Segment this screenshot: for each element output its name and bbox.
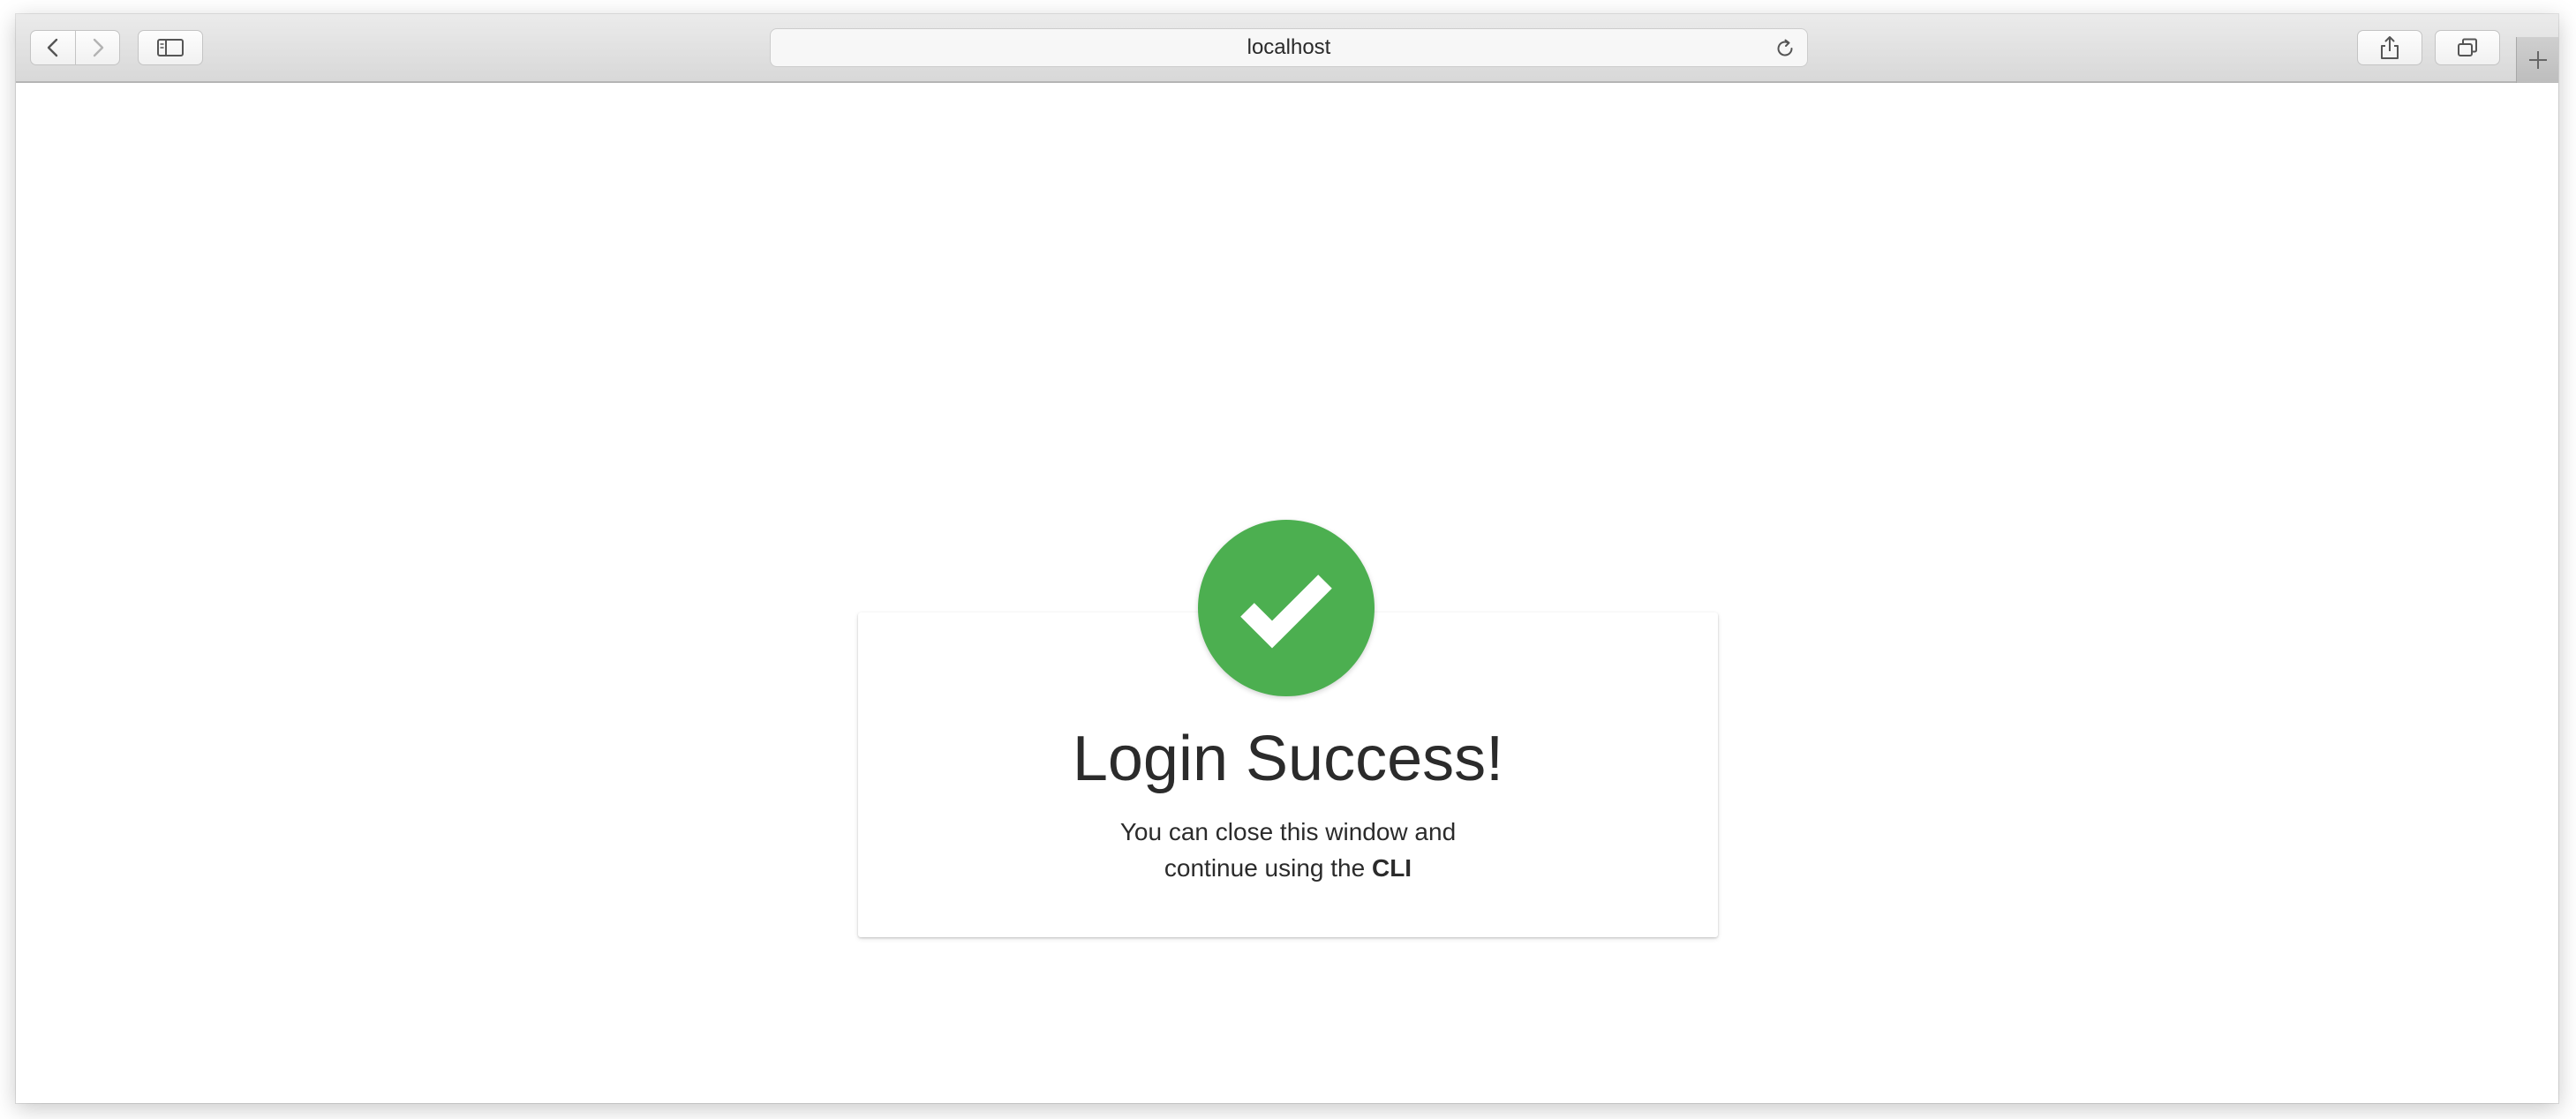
forward-button[interactable] <box>76 30 120 65</box>
chevron-left-icon <box>47 38 58 57</box>
sidebar-toggle-button[interactable] <box>138 30 203 65</box>
checkmark-icon <box>1240 575 1332 649</box>
address-bar[interactable]: localhost <box>770 28 1808 67</box>
browser-window: localhost Login Success! You can close t… <box>16 14 2558 1103</box>
success-message: You can close this window and continue u… <box>858 814 1718 886</box>
share-icon <box>2381 36 2399 59</box>
plus-icon <box>2528 51 2547 69</box>
new-tab-button[interactable] <box>2516 37 2558 83</box>
message-line-2: continue using the <box>1164 854 1372 882</box>
address-text: localhost <box>1247 35 1331 59</box>
sidebar-icon <box>157 39 184 56</box>
page-title: Login Success! <box>1072 724 1504 794</box>
reload-icon[interactable] <box>1774 37 1796 60</box>
message-line-1: You can close this window and <box>1119 818 1457 845</box>
message-cli: CLI <box>1371 854 1412 882</box>
tabs-overview-button[interactable] <box>2435 30 2500 65</box>
browser-toolbar: localhost <box>16 14 2558 83</box>
share-button[interactable] <box>2357 30 2422 65</box>
chevron-right-icon <box>93 38 103 57</box>
tabs-overview-icon <box>2458 38 2477 56</box>
back-button[interactable] <box>30 30 76 65</box>
success-badge <box>1198 520 1375 696</box>
